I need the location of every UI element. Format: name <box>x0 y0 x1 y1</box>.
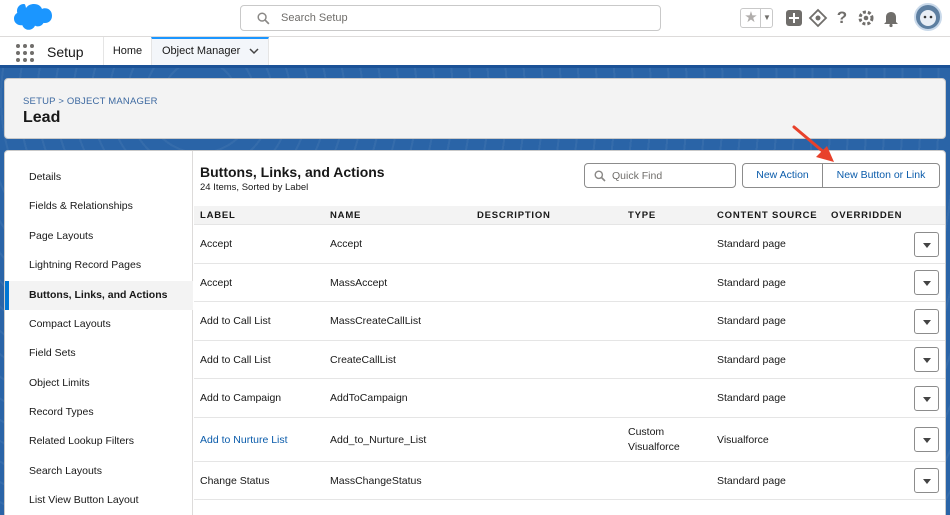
breadcrumb[interactable]: SETUP > OBJECT MANAGER <box>23 96 158 107</box>
column-header-description[interactable]: DESCRIPTION <box>477 210 551 221</box>
page-title: Lead <box>23 109 61 126</box>
context-bar: Setup Home Object Manager <box>0 37 950 68</box>
row-label: Add to Call List <box>200 354 271 366</box>
bell-icon[interactable] <box>881 8 901 28</box>
quick-find-input[interactable]: Quick Find <box>584 163 736 188</box>
sidebar-item-buttons-links-actions[interactable]: Buttons, Links, and Actions <box>5 281 193 310</box>
row-label: Accept <box>200 277 233 289</box>
tab-home[interactable]: Home <box>103 37 151 65</box>
trailhead-icon[interactable] <box>808 8 828 28</box>
favorites-group[interactable]: ★ ▼ <box>740 8 773 28</box>
search-icon <box>594 170 606 182</box>
row-actions-menu-button[interactable] <box>914 232 939 257</box>
row-content-source: Standard page <box>717 392 786 404</box>
row-actions-menu-button[interactable] <box>914 386 939 411</box>
sidebar-item-field-sets[interactable]: Field Sets <box>5 339 193 368</box>
table-row <box>194 500 945 515</box>
row-label: Change Status <box>200 475 270 487</box>
gear-icon[interactable] <box>856 8 876 28</box>
row-actions-menu-button[interactable] <box>914 347 939 372</box>
row-label: Add to Campaign <box>200 392 282 404</box>
row-content-source: Standard page <box>717 315 786 327</box>
search-input[interactable]: Search Setup <box>240 5 661 31</box>
table-row: Add to Call List MassCreateCallList Stan… <box>194 302 945 341</box>
row-name: MassChangeStatus <box>330 475 422 487</box>
row-content-source: Standard page <box>717 238 786 250</box>
row-content-source: Standard page <box>717 475 786 487</box>
column-header-type[interactable]: TYPE <box>628 210 656 221</box>
table-row: Add to Nurture List Add_to_Nurture_List … <box>194 418 945 462</box>
column-header-content-source[interactable]: CONTENT SOURCE <box>717 210 817 221</box>
sidebar-item-object-limits[interactable]: Object Limits <box>5 369 193 398</box>
tab-object-manager-label: Object Manager <box>162 45 241 57</box>
new-button-or-link-button[interactable]: New Button or Link <box>822 163 940 188</box>
sidebar-item-compact-layouts[interactable]: Compact Layouts <box>5 310 193 339</box>
row-actions-menu-button[interactable] <box>914 270 939 295</box>
row-name: Add_to_Nurture_List <box>330 434 427 446</box>
sidebar-item-list-view-button-layout[interactable]: List View Button Layout <box>5 486 193 515</box>
add-icon[interactable] <box>784 8 804 28</box>
annotation-arrow <box>792 125 834 162</box>
table-row: Change Status MassChangeStatus Standard … <box>194 462 945 500</box>
row-content-source: Visualforce <box>717 434 769 446</box>
content-panel: Buttons, Links, and Actions 24 Items, So… <box>194 151 945 515</box>
row-label-link[interactable]: Add to Nurture List <box>200 434 288 446</box>
row-type: Custom <box>628 426 665 438</box>
row-label: Accept <box>200 238 233 250</box>
new-action-button[interactable]: New Action <box>742 163 823 188</box>
column-header-overridden[interactable]: OVERRIDDEN <box>831 210 902 221</box>
section-title: Buttons, Links, and Actions <box>200 164 385 180</box>
row-name: AddToCampaign <box>330 392 408 404</box>
app-name: Setup <box>47 44 84 60</box>
sidebar-item-page-layouts[interactable]: Page Layouts <box>5 222 193 251</box>
table-row: Add to Call List CreateCallList Standard… <box>194 341 945 379</box>
row-name: MassCreateCallList <box>330 315 422 327</box>
row-actions-menu-button[interactable] <box>914 468 939 493</box>
row-label: Add to Call List <box>200 315 271 327</box>
row-name: MassAccept <box>330 277 388 289</box>
table-row: Accept Accept Standard page <box>194 225 945 264</box>
quick-find-placeholder: Quick Find <box>612 170 663 182</box>
search-icon <box>257 12 270 25</box>
table-row: Accept MassAccept Standard page <box>194 264 945 302</box>
main-card: Details Fields & Relationships Page Layo… <box>4 150 946 515</box>
row-name: CreateCallList <box>330 354 396 366</box>
salesforce-logo[interactable] <box>8 3 52 33</box>
sidebar-item-lightning-record-pages[interactable]: Lightning Record Pages <box>5 251 193 280</box>
search-placeholder: Search Setup <box>281 12 348 24</box>
global-header: Search Setup ★ ▼ ? <box>0 0 950 37</box>
sidebar-item-related-lookup-filters[interactable]: Related Lookup Filters <box>5 427 193 456</box>
column-header-label[interactable]: LABEL <box>200 210 236 221</box>
chevron-down-icon[interactable] <box>248 44 260 58</box>
object-manager-sidebar: Details Fields & Relationships Page Layo… <box>5 151 193 515</box>
sidebar-item-fields-relationships[interactable]: Fields & Relationships <box>5 192 193 221</box>
row-name: Accept <box>330 238 363 250</box>
table-header: LABEL NAME DESCRIPTION TYPE CONTENT SOUR… <box>194 206 945 225</box>
row-type-line2: Visualforce <box>628 441 680 453</box>
table-row: Add to Campaign AddToCampaign Standard p… <box>194 379 945 418</box>
help-icon[interactable]: ? <box>832 8 852 28</box>
sidebar-item-record-types[interactable]: Record Types <box>5 398 193 427</box>
app-launcher-icon[interactable] <box>16 44 34 62</box>
column-header-name[interactable]: NAME <box>330 210 361 221</box>
row-actions-menu-button[interactable] <box>914 427 939 452</box>
favorites-star-icon[interactable]: ★ <box>743 9 759 27</box>
row-content-source: Standard page <box>717 277 786 289</box>
tab-object-manager[interactable]: Object Manager <box>151 37 269 65</box>
avatar[interactable] <box>914 3 942 31</box>
sidebar-item-search-layouts[interactable]: Search Layouts <box>5 457 193 486</box>
chevron-down-icon[interactable]: ▼ <box>760 9 773 27</box>
sidebar-item-details[interactable]: Details <box>5 163 193 192</box>
row-actions-menu-button[interactable] <box>914 309 939 334</box>
section-subtitle: 24 Items, Sorted by Label <box>200 182 309 193</box>
row-content-source: Standard page <box>717 354 786 366</box>
